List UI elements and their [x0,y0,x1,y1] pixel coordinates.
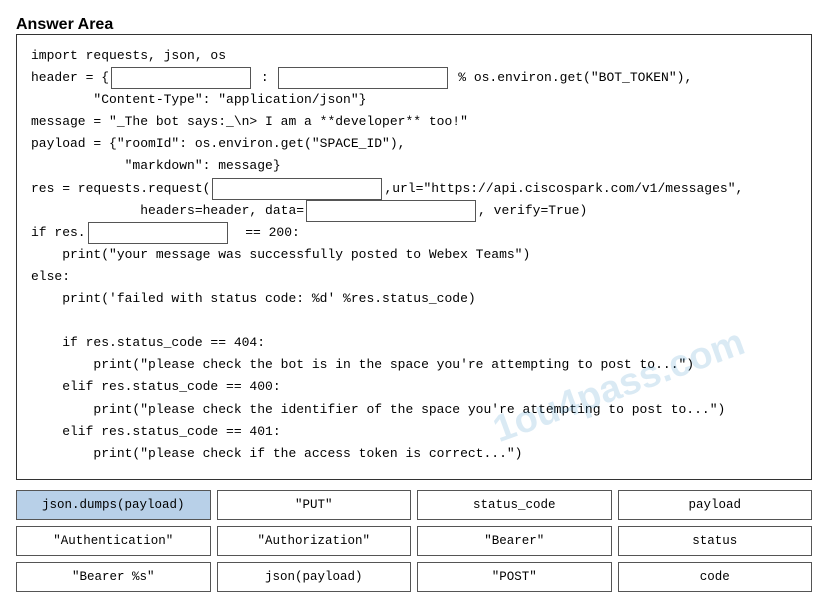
input-header-key[interactable] [111,67,251,89]
code-text: print("your message was successfully pos… [31,244,530,266]
code-line-14: print("please check the bot is in the sp… [31,354,797,376]
code-line-15: elif res.status_code == 400: [31,376,797,398]
code-text: headers=header, data= [31,200,304,222]
code-text: print('failed with status code: %d' %res… [31,288,476,310]
code-line-13: if res.status_code == 404: [31,332,797,354]
input-status[interactable] [88,222,228,244]
option-put[interactable]: "PUT" [217,490,412,520]
code-line-1: import requests, json, os [31,45,797,67]
code-text: if res. [31,222,86,244]
code-line-5b: "markdown": message} [31,155,797,177]
code-text: , verify=True) [478,200,587,222]
code-text: print("please check the bot is in the sp… [31,354,694,376]
code-line-16: print("please check the identifier of th… [31,399,797,421]
code-text: elif res.status_code == 400: [31,376,281,398]
option-bearer-pct-s[interactable]: "Bearer %s" [16,562,211,592]
code-line-9: print("your message was successfully pos… [31,244,797,266]
option-bearer[interactable]: "Bearer" [417,526,612,556]
code-text: : [253,67,276,89]
code-line-10: else: [31,266,797,288]
code-text: payload = {"roomId": os.environ.get("SPA… [31,133,405,155]
input-method[interactable] [212,178,382,200]
code-text: elif res.status_code == 401: [31,421,281,443]
code-text: ,url="https://api.ciscospark.com/v1/mess… [384,178,743,200]
option-code[interactable]: code [618,562,813,592]
code-line-3: "Content-Type": "application/json"} [31,89,797,111]
input-header-value[interactable] [278,67,448,89]
option-payload[interactable]: payload [618,490,813,520]
code-text: message = "_The bot says:_\n> I am a **d… [31,111,468,133]
options-grid: json.dumps(payload) "PUT" status_code pa… [16,490,812,592]
answer-area: import requests, json, os header = { : %… [16,34,812,480]
code-line-8: if res. == 200: [31,222,797,244]
code-text: % os.environ.get("BOT_TOKEN"), [450,67,692,89]
option-json-dumps-payload[interactable]: json.dumps(payload) [16,490,211,520]
code-text: "markdown": message} [31,155,281,177]
code-line-blank [31,310,797,332]
code-line-5a: payload = {"roomId": os.environ.get("SPA… [31,133,797,155]
option-status-code[interactable]: status_code [417,490,612,520]
option-authentication[interactable]: "Authentication" [16,526,211,556]
option-status[interactable]: status [618,526,813,556]
code-text: header = { [31,67,109,89]
code-text [31,310,39,332]
code-line-2: header = { : % os.environ.get("BOT_TOKEN… [31,67,797,89]
option-json-payload[interactable]: json(payload) [217,562,412,592]
code-text: else: [31,266,70,288]
code-line-18: print("please check if the access token … [31,443,797,465]
code-text: res = requests.request( [31,178,210,200]
code-line-7: headers=header, data= , verify=True) [31,200,797,222]
option-post[interactable]: "POST" [417,562,612,592]
code-text: if res.status_code == 404: [31,332,265,354]
input-data[interactable] [306,200,476,222]
code-text: print("please check if the access token … [31,443,522,465]
code-text: == 200: [230,222,300,244]
code-text: "Content-Type": "application/json"} [31,89,366,111]
code-line-6: res = requests.request( ,url="https://ap… [31,178,797,200]
code-line-11: print('failed with status code: %d' %res… [31,288,797,310]
code-line-4: message = "_The bot says:_\n> I am a **d… [31,111,797,133]
code-text: import requests, json, os [31,45,226,67]
code-line-17: elif res.status_code == 401: [31,421,797,443]
option-authorization[interactable]: "Authorization" [217,526,412,556]
page-title: Answer Area [16,16,812,34]
code-text: print("please check the identifier of th… [31,399,725,421]
